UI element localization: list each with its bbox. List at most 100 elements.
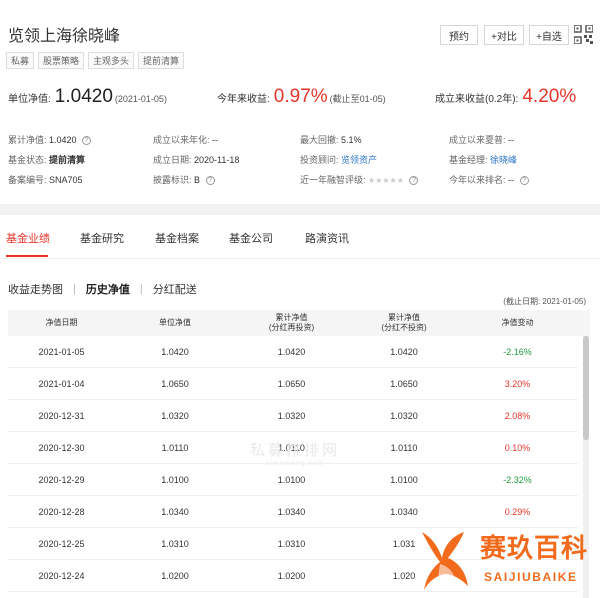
cell-date: 2020-12-30 [38,443,85,453]
tab-performance[interactable]: 基金业绩 [6,230,50,246]
status-info: 基金状态: 提前清算 [8,153,85,166]
advisor-link[interactable]: 览领资产 [341,155,377,165]
help-icon[interactable]: ? [409,176,419,186]
cell-cum-reinvest: 1.0420 [277,347,306,357]
cell-unit-nav: 1.0340 [161,507,189,517]
drawdown-info: 最大回撤: 5.1% [300,133,362,146]
cell-change: 3.20% [504,379,531,389]
since-inception-value: 4.20% [522,86,577,107]
tab-profile[interactable]: 基金档案 [155,230,199,246]
since-inception-block: 成立来收益(0.2年): 4.20% [435,86,576,108]
unit-nav-block: 单位净值: 1.0420 (2021-01-05) [8,86,167,108]
add-watchlist-button[interactable]: +自选 [529,25,569,45]
active-tab-indicator [6,255,48,257]
qr-code-icon[interactable] [574,25,593,44]
col-header-unit-nav: 单位净值 [159,318,191,327]
fund-title: 览领上海徐晓峰 [8,28,121,45]
cell-date: 2020-12-25 [38,539,85,549]
disclose-info: 披露标识: B ? [153,173,215,186]
disclose-value: B [194,175,201,185]
ytd-return-block: 今年来收益: 0.97% (截止至01-05) [217,86,386,108]
fund-tags: 私募 股票策略 主观多头 提前清算 [6,52,185,69]
cell-unit-nav: 1.0650 [161,379,189,389]
cell-change: 0.10% [504,443,531,453]
advisor-label: 投资顾问: [300,155,339,165]
tab-roadshow[interactable]: 路演资讯 [305,230,349,246]
cell-cum-no-reinvest: 1.0650 [390,379,418,389]
help-icon[interactable]: ? [205,176,215,186]
status-value: 提前清算 [49,155,86,165]
fund-header: 览领上海徐晓峰 私募 股票策略 主观多头 提前清算 预约 +对比 +自选 单位净… [0,0,600,204]
cell-date: 2020-12-31 [38,411,85,421]
rank-info: 今年以来排名: -- ? [449,173,529,186]
ytd-return-value: 0.97% [273,86,328,107]
subtab-dividend[interactable]: 分红配送 [153,281,197,297]
tab-company[interactable]: 基金公司 [229,230,273,246]
cell-unit-nav: 1.0420 [161,347,189,357]
drawdown-label: 最大回撤: [300,135,339,145]
cell-cum-reinvest: 1.0310 [277,539,306,549]
help-icon[interactable]: ? [82,136,92,146]
cell-cum-reinvest: 1.0650 [277,379,306,389]
cell-cum-reinvest: 1.0340 [277,507,306,517]
brand-name-latin: SAIJIUBAIKE [484,570,578,584]
watermark-url: simuwang.com [265,460,325,467]
book-button[interactable]: 预约 [440,25,478,45]
found-date-info: 成立日期: 2020-11-18 [153,153,239,166]
table-row: 2020-12-29 1.0100 1.0100 1.0100 -2.32% [8,464,578,496]
record-info: 备案编号: SNA705 [8,173,83,186]
cell-change: -2.16% [503,347,532,357]
tag-strategy: 股票策略 [38,52,85,69]
cell-cum-reinvest: 1.0200 [277,571,306,581]
add-compare-button[interactable]: +对比 [484,25,524,45]
cell-unit-nav: 1.0100 [161,475,189,485]
rank-label: 今年以来排名: [449,175,506,185]
tag-substrategy: 主观多头 [88,52,135,69]
advisor-info: 投资顾问: 览领资产 [300,153,377,166]
status-label: 基金状态: [8,155,47,165]
sub-tabs: 收益走势图 | 历史净值 | 分红配送 [8,281,197,297]
data-as-of-note: (截止日期: 2021-01-05) [503,297,586,306]
found-date-label: 成立日期: [153,155,192,165]
cell-unit-nav: 1.0200 [161,571,189,581]
cell-unit-nav: 1.0320 [161,411,189,421]
subtab-trend-chart[interactable]: 收益走势图 [8,281,63,297]
manager-info: 基金经理: 徐晓峰 [449,153,517,166]
cum-nav-info: 累计净值: 1.0420 ? [8,133,92,146]
manager-link[interactable]: 徐晓峰 [490,155,517,165]
found-date-value: 2020-11-18 [194,155,240,165]
watermark-text: 私募排排网 [250,442,341,459]
unit-nav-date: (2021-01-05) [114,94,167,104]
watermark: 私募排排网 simuwang.com [250,439,340,467]
scrollbar-thumb[interactable] [583,336,589,440]
col-header-change: 净值变动 [501,318,534,327]
cell-unit-nav: 1.0110 [161,443,189,453]
table-row: 2021-01-04 1.0650 1.0650 1.0650 3.20% [8,368,578,400]
subtab-history-nav[interactable]: 历史净值 [86,281,130,297]
unit-nav-label: 单位净值: [8,94,51,105]
tab-research[interactable]: 基金研究 [80,230,124,246]
rating-info: 近一年融智评级: ★★★★★ ? [300,173,419,186]
ytd-return-label: 今年来收益: [217,94,270,105]
col-header-cum-reinvest: 累计净值 (分红再投资) [268,313,315,332]
sharpe-label: 成立以来夏普: [449,135,506,145]
cell-date: 2020-12-28 [38,507,85,517]
cell-cum-no-reinvest: 1.0110 [390,443,418,453]
table-row: 2021-01-05 1.0420 1.0420 1.0420 -2.16% [8,336,578,368]
help-icon[interactable]: ? [519,176,529,186]
cell-date: 2021-01-05 [38,347,85,357]
unit-nav-value: 1.0420 [54,86,113,107]
cell-date: 2020-12-29 [38,475,85,485]
subtab-separator: | [139,283,143,295]
brand-name: 赛玖百科 [480,533,589,563]
whale-tail-logo-icon [422,532,468,590]
col-header-date: 净值日期 [45,318,78,327]
tag-private: 私募 [6,52,35,69]
rank-value: -- [508,175,515,185]
main-tabs: 基金业绩 基金研究 基金档案 基金公司 路演资讯 [0,215,600,259]
cum-nav-label: 累计净值: [8,135,47,145]
tag-liquidation: 提前清算 [138,52,185,69]
sharpe-value: -- [508,135,515,145]
cell-cum-no-reinvest: 1.0320 [390,411,418,421]
disclose-label: 披露标识: [153,175,192,185]
